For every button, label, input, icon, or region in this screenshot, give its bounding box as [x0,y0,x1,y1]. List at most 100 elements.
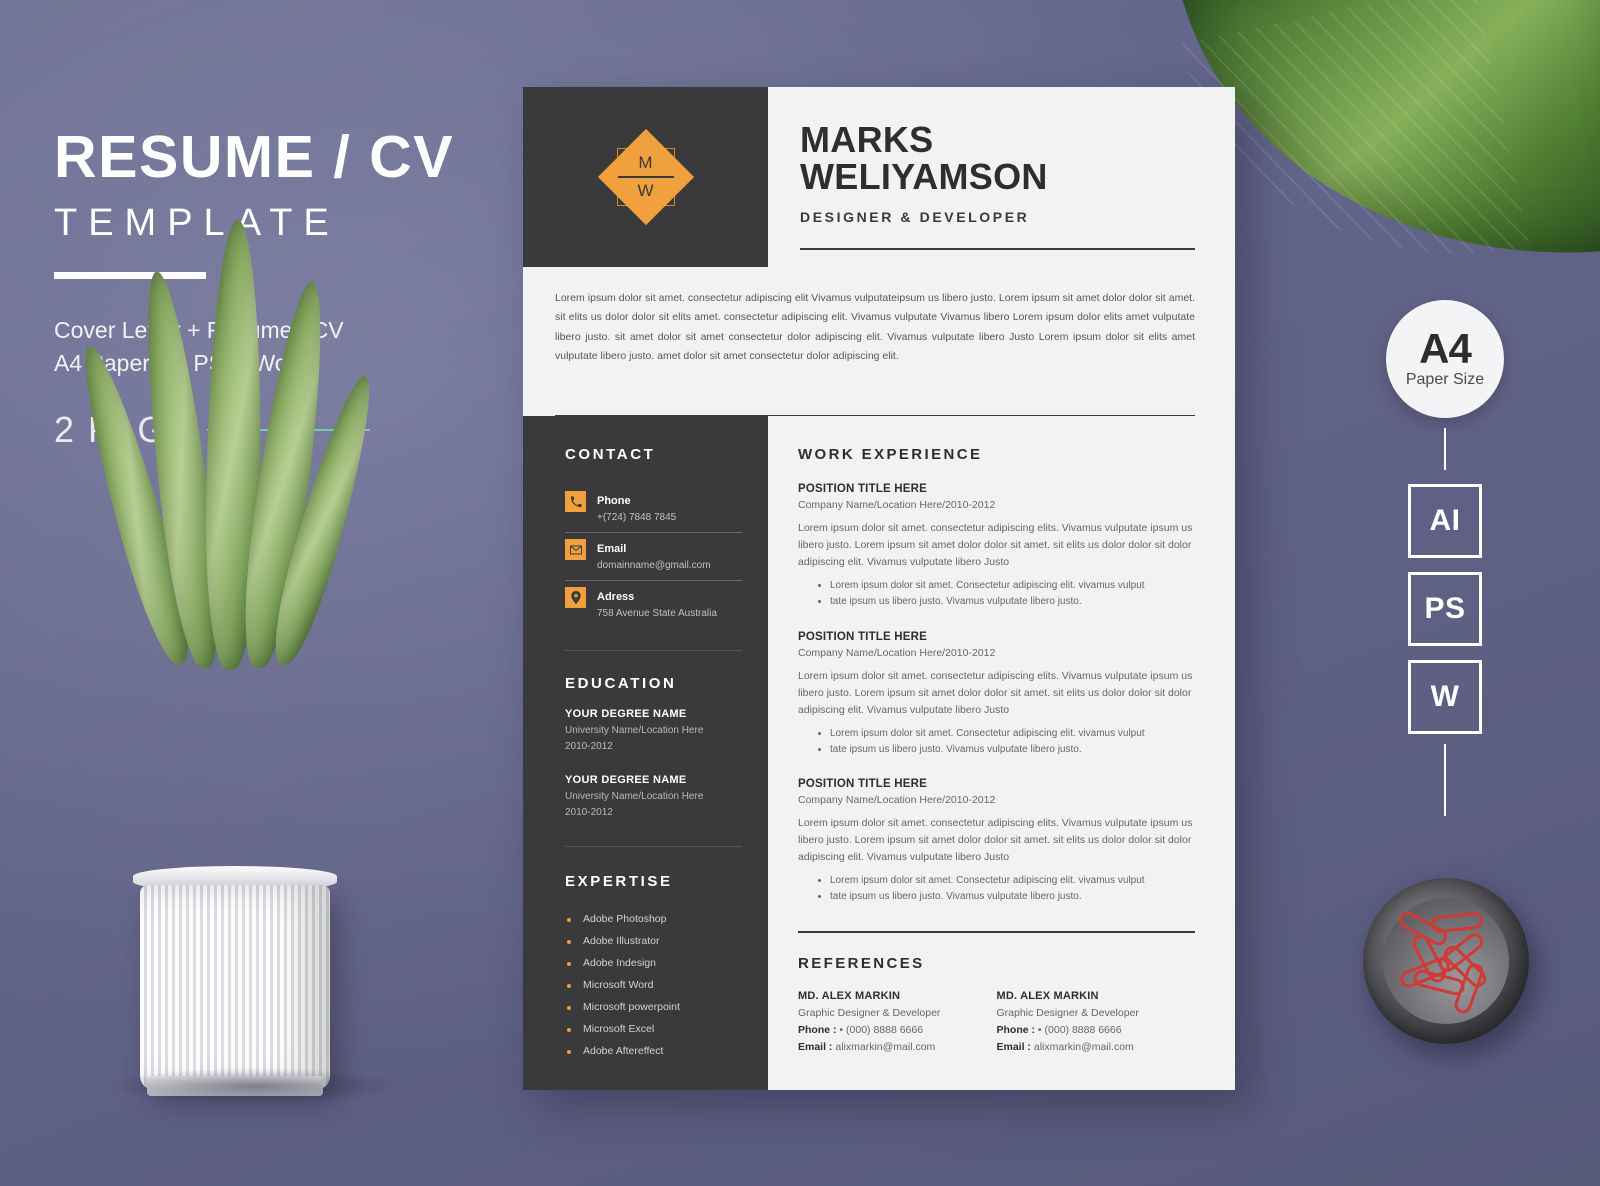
reference-phone-value: • (000) 8888 6666 [839,1023,924,1036]
phone-icon [565,491,586,513]
paperclip-icon [1430,911,1484,934]
contact-email-label: Email [597,543,627,556]
promo-subtitle: TEMPLATE [54,202,340,244]
reference-phone-label: Phone : [798,1023,837,1036]
contact-phone-value: +(724) 7848 7845 [597,512,677,524]
list-item: Adobe Aftereffect [565,1040,742,1062]
contact-email-value: domainname@gmail.com [597,560,711,572]
reference-email-line: Email : alixmarkin@mail.com [798,1041,997,1053]
header-divider [800,247,1195,250]
badge-connector-line-bottom [1444,744,1446,816]
references-divider [798,931,1195,933]
references-grid: MD. ALEX MARKIN Graphic Designer & Devel… [798,990,1195,1053]
reference-phone-value: • (000) 8888 6666 [1037,1023,1122,1036]
job-position-title: POSITION TITLE HERE [798,630,928,643]
candidate-name: MARKS WELIYAMSON [800,121,1195,196]
reference-email-line: Email : alixmarkin@mail.com [997,1041,1196,1053]
a4-label: A4 [1419,324,1472,372]
paperclip-bowl-decoration [1363,878,1529,1044]
list-item: tate ipsum us libero justo. Vivamus vulp… [830,742,1195,758]
list-item: Microsoft Excel [565,1018,742,1040]
contact-address-text: Adress 758 Avenue State Australia [597,587,717,619]
contact-phone-label: Phone [597,495,631,508]
contact-item-phone[interactable]: Phone +(724) 7848 7845 [565,485,742,532]
education-years: 2010-2012 [565,741,613,753]
job-position-title: POSITION TITLE HERE [798,777,928,790]
list-item: Lorem ipsum dolor sit amet. Consectetur … [830,726,1195,742]
reference-item: MD. ALEX MARKIN Graphic Designer & Devel… [798,990,997,1053]
logo-initials: M W [599,130,693,224]
reference-item: MD. ALEX MARKIN Graphic Designer & Devel… [997,990,1196,1053]
job-position-title: POSITION TITLE HERE [798,483,928,496]
contact-phone-text: Phone +(724) 7848 7845 [597,491,676,523]
reference-email-value: alixmarkin@mail.com [1033,1040,1134,1053]
sidebar-section-divider [565,846,742,848]
expertise-heading: EXPERTISE [565,873,673,891]
contact-heading: CONTACT [565,446,656,464]
badge-word: W [1408,660,1482,734]
work-experience-item: POSITION TITLE HERE Company Name/Locatio… [798,778,1195,905]
contact-address-value: 758 Avenue State Australia [597,608,717,620]
logo-letter-top: M [638,153,653,173]
list-item: Lorem ipsum dolor sit amet. Consectetur … [830,578,1195,594]
candidate-first-name: MARKS [800,119,934,160]
name-block: MARKS WELIYAMSON DESIGNER & DEVELOPER [768,87,1235,267]
job-description: Lorem ipsum dolor sit amet. consectetur … [798,522,1193,569]
a4-paper-size-badge: A4 Paper Size [1386,300,1504,418]
promo-divider [54,272,206,279]
format-badges: A4 Paper Size AI PS W [1386,300,1504,826]
list-item: tate ipsum us libero justo. Vivamus vulp… [830,889,1195,905]
work-experience-item: POSITION TITLE HERE Company Name/Locatio… [798,631,1195,758]
resume-main-column: WORK EXPERIENCE POSITION TITLE HERE Comp… [768,416,1235,1090]
education-item: YOUR DEGREE NAME University Name/Locatio… [565,708,742,752]
education-university: University Name/Location Here [565,791,704,803]
reference-phone-line: Phone : • (000) 8888 6666 [798,1024,997,1036]
job-company-meta: Company Name/Location Here/2010-2012 [798,499,996,512]
job-description: Lorem ipsum dolor sit amet. consectetur … [798,816,1193,863]
paper-size-label: Paper Size [1405,371,1485,389]
education-item: YOUR DEGREE NAME University Name/Locatio… [565,774,742,818]
profile-summary-block: Lorem ipsum dolor sit amet. consectetur … [523,267,1235,393]
references-heading: REFERENCES [798,954,925,972]
work-experience-item: POSITION TITLE HERE Company Name/Locatio… [798,483,1195,610]
resume-sidebar: CONTACT Phone +(724) 7848 7845 Email dom… [523,416,768,1090]
contact-email-text: Email domainname@gmail.com [597,539,711,571]
email-icon [565,539,586,561]
job-company-meta: Company Name/Location Here/2010-2012 [798,793,996,806]
list-item: Adobe Indesign [565,952,742,974]
resume-header: M W MARKS WELIYAMSON DESIGNER & DEVELOPE… [523,87,1235,267]
sidebar-section-divider [565,650,742,652]
reference-phone-label: Phone : [996,1023,1036,1036]
job-description: Lorem ipsum dolor sit amet. consectetur … [798,669,1193,716]
candidate-job-title: DESIGNER & DEVELOPER [800,208,1030,225]
job-company-meta: Company Name/Location Here/2010-2012 [798,646,996,659]
contact-item-address[interactable]: Adress 758 Avenue State Australia [565,581,742,628]
list-item: Microsoft Word [565,974,742,996]
list-item: Lorem ipsum dolor sit amet. Consectetur … [830,873,1195,889]
bowl-inner [1383,898,1509,1024]
contact-item-email[interactable]: Email domainname@gmail.com [565,533,742,580]
location-pin-icon [565,587,586,609]
reference-role: Graphic Designer & Developer [798,1006,941,1019]
profile-summary-text: Lorem ipsum dolor sit amet. consectetur … [555,292,1195,363]
contact-address-label: Adress [597,591,635,604]
job-bullet-list: Lorem ipsum dolor sit amet. Consectetur … [798,873,1195,905]
reference-role: Graphic Designer & Developer [996,1006,1139,1019]
job-bullet-list: Lorem ipsum dolor sit amet. Consectetur … [798,726,1195,758]
education-degree: YOUR DEGREE NAME [565,708,687,721]
references-section: REFERENCES MD. ALEX MARKIN Graphic Desig… [798,955,1195,1053]
contact-list: Phone +(724) 7848 7845 Email domainname@… [565,485,742,628]
logo-block: M W [523,87,768,267]
list-item: Adobe Photoshop [565,908,742,930]
work-experience-heading: WORK EXPERIENCE [798,446,983,464]
reference-email-label: Email : [996,1040,1031,1053]
list-item: Microsoft powerpoint [565,996,742,1018]
plant-shadow [105,1068,405,1104]
snake-plant-decoration [68,219,425,1104]
resume-body: CONTACT Phone +(724) 7848 7845 Email dom… [523,416,1235,1090]
candidate-last-name: WELIYAMSON [800,156,1048,198]
education-heading: EDUCATION [565,675,677,693]
reference-email-label: Email : [798,1040,833,1053]
list-item: tate ipsum us libero justo. Vivamus vulp… [830,594,1195,610]
monogram-logo-icon: M W [597,128,694,226]
